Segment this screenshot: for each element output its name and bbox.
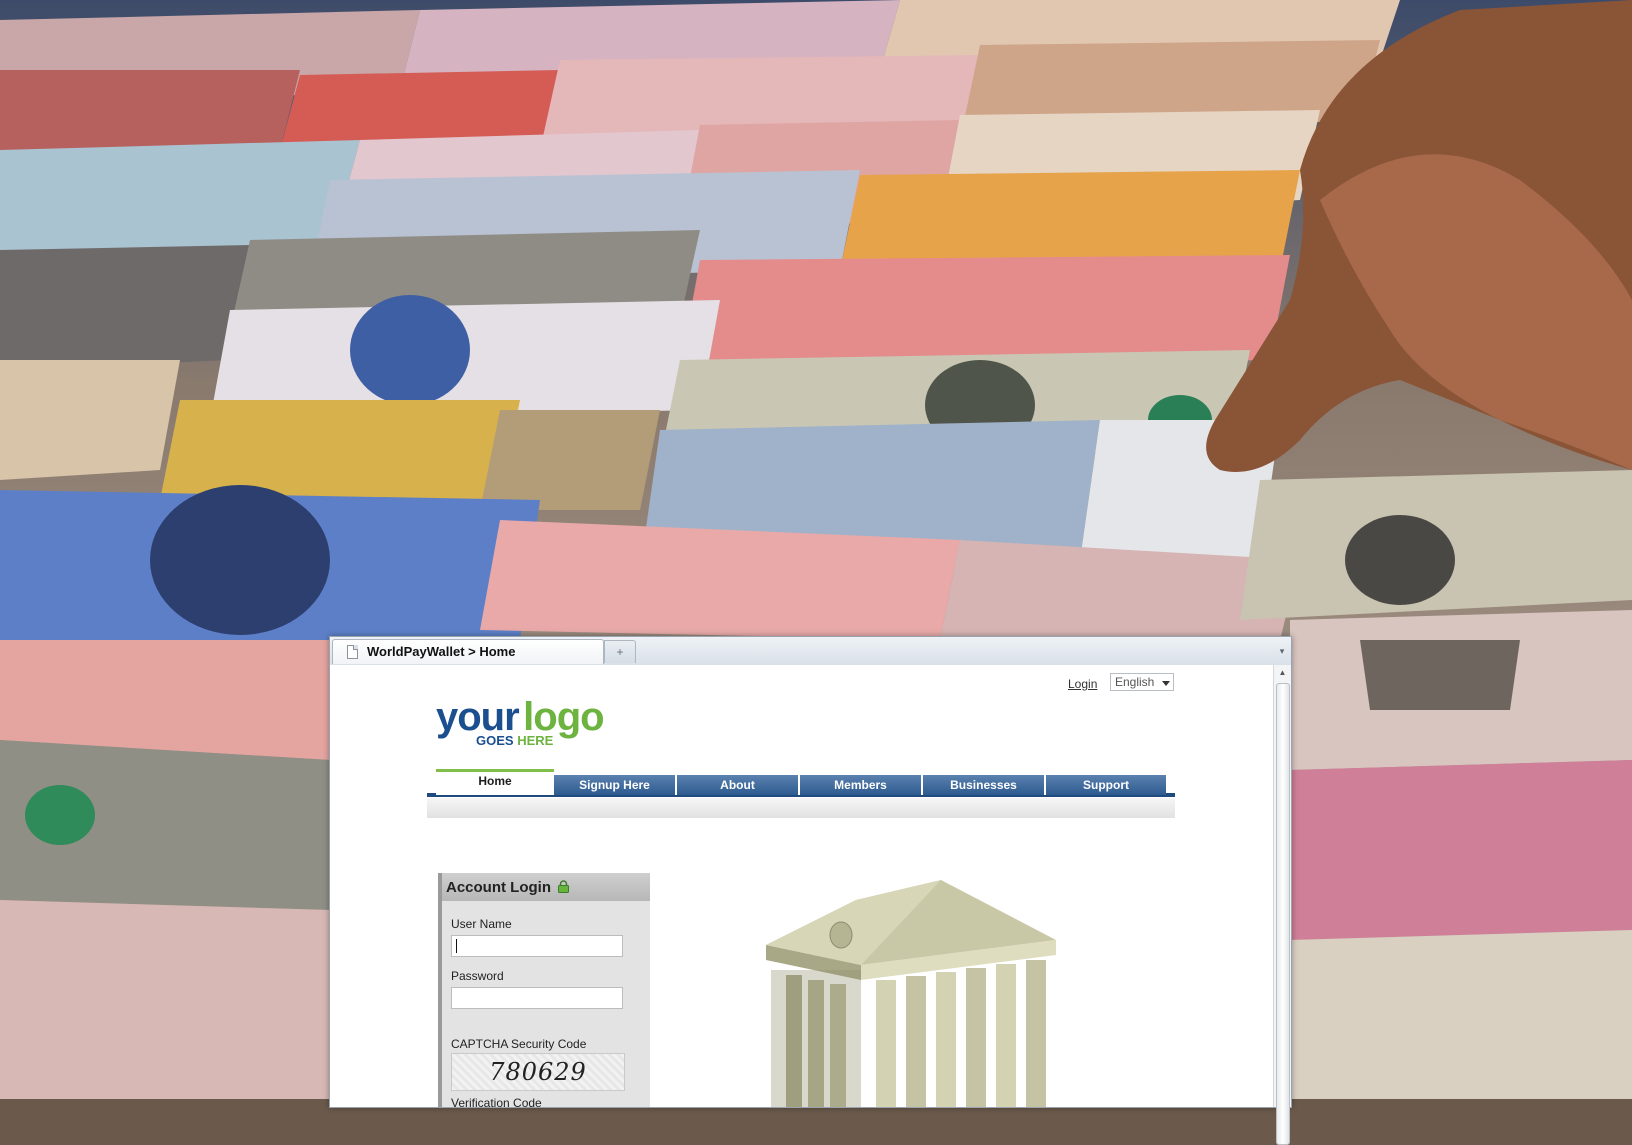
- captcha-label: CAPTCHA Security Code: [451, 1037, 587, 1051]
- login-link[interactable]: Login: [1068, 677, 1097, 691]
- nav-item-signup[interactable]: Signup Here: [554, 775, 677, 795]
- tab-worldpaywallet-home[interactable]: WorldPayWallet > Home: [332, 639, 604, 664]
- account-login-panel: Account Login User Name Password CAPTCHA…: [438, 873, 650, 1107]
- lock-icon: [558, 880, 569, 893]
- logo-tagline-goes: GOES: [476, 733, 514, 748]
- password-field[interactable]: [451, 987, 623, 1009]
- language-value: English: [1115, 675, 1155, 689]
- bank-building-illustration: [766, 880, 1056, 1107]
- captcha-image: 780629: [451, 1053, 625, 1091]
- sub-nav-bar: [427, 798, 1175, 818]
- language-select[interactable]: English: [1110, 673, 1174, 691]
- tab-list-button[interactable]: ▾: [1275, 641, 1289, 661]
- tab-bar: WorldPayWallet > Home + ▾: [330, 637, 1291, 666]
- login-panel-title: Account Login: [446, 879, 551, 896]
- nav-item-about[interactable]: About: [677, 775, 800, 795]
- page-icon: [347, 645, 358, 659]
- scroll-up-arrow-icon[interactable]: ▲: [1274, 665, 1291, 681]
- plus-icon: +: [616, 645, 624, 659]
- page-content: Login English your logo GOES HERE Home S…: [330, 665, 1273, 1107]
- main-nav: Home Signup Here About Members Businesse…: [427, 769, 1175, 797]
- logo-tagline: GOES HERE: [476, 733, 553, 748]
- text-cursor: [456, 939, 457, 953]
- nav-item-businesses[interactable]: Businesses: [923, 775, 1046, 795]
- nav-item-home[interactable]: Home: [436, 769, 554, 795]
- browser-window: WorldPayWallet > Home + ▾ Login English …: [329, 636, 1292, 1145]
- vertical-scrollbar[interactable]: ▲: [1273, 665, 1291, 1145]
- dropdown-caret-icon: [1162, 681, 1170, 686]
- new-tab-button[interactable]: +: [604, 640, 636, 663]
- nav-item-members[interactable]: Members: [800, 775, 923, 795]
- scroll-thumb[interactable]: [1276, 683, 1290, 1145]
- password-label: Password: [451, 969, 504, 983]
- login-panel-header: Account Login: [442, 873, 650, 901]
- verification-code-label: Verification Code: [451, 1096, 542, 1107]
- nav-item-support[interactable]: Support: [1046, 775, 1166, 795]
- chevron-down-icon: ▾: [1279, 646, 1285, 656]
- tab-title: WorldPayWallet > Home: [367, 644, 516, 659]
- site-logo[interactable]: your logo GOES HERE: [436, 695, 605, 748]
- logo-tagline-here: HERE: [517, 733, 554, 748]
- username-label: User Name: [451, 917, 512, 931]
- username-field[interactable]: [451, 935, 623, 957]
